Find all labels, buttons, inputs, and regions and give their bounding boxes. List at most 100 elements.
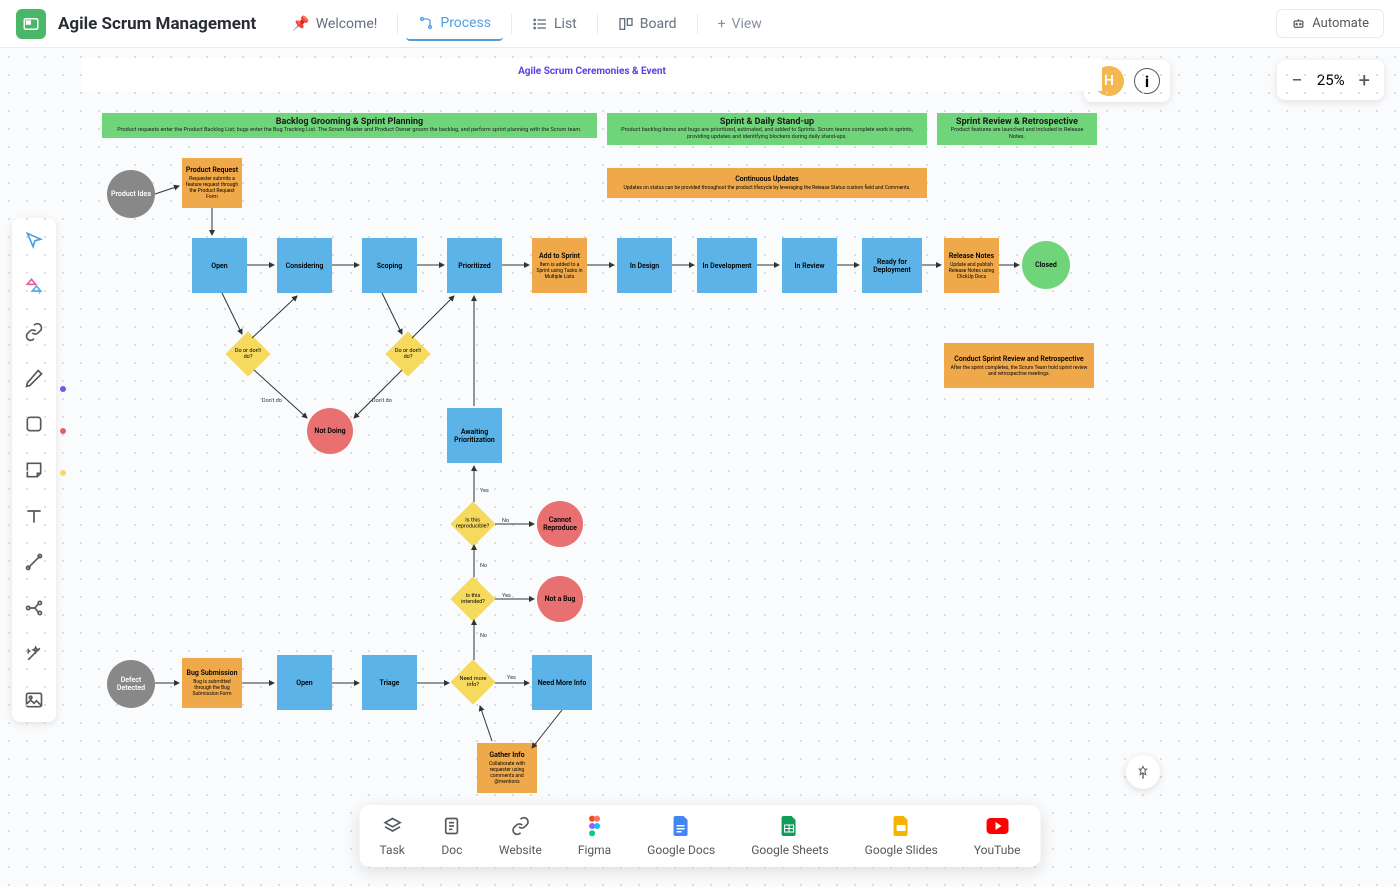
dock-label: YouTube [974,843,1021,857]
node-considering[interactable]: Considering [277,238,332,293]
label-no: No [480,633,487,639]
dock-label: Figma [578,843,611,857]
label-no: No [480,563,487,569]
tab-label: Welcome! [316,16,378,32]
diagram: Agile Scrum Ceremonies & Event Backlog G… [82,58,1102,91]
box-title: Continuous Updates [735,175,799,183]
node-defect[interactable]: Defect Detected [107,660,155,708]
dock-label: Google Docs [647,843,715,857]
add-view-button[interactable]: + View [706,8,774,40]
tab-process[interactable]: Process [406,7,503,41]
gsheets-icon [779,815,801,837]
pin-dock-button[interactable] [1126,755,1160,789]
node-in-design[interactable]: In Design [617,238,672,293]
doc-icon [441,815,463,837]
node-in-development[interactable]: In Development [697,238,757,293]
tab-list[interactable]: List [520,8,589,40]
node-gather-info[interactable]: Gather InfoCollaborate with requester us… [477,743,537,793]
node-triage[interactable]: Triage [362,655,417,710]
lane-subtitle: Product features are launched and includ… [945,127,1089,141]
lane-title: Backlog Grooming & Sprint Planning [110,117,589,127]
lane-title: Sprint & Daily Stand-up [615,117,919,127]
dock-task[interactable]: Task [380,815,405,857]
decision-do-dont-1[interactable]: Do or don't do? [225,331,270,376]
tab-board[interactable]: Board [606,8,689,40]
page-title: Agile Scrum Management [58,14,256,34]
add-view-label: View [732,16,762,32]
label-dontdo: Don't do [372,398,392,404]
label-yes: Yes [507,675,516,681]
tab-welcome[interactable]: 📌 Welcome! [280,8,389,40]
automate-button[interactable]: Automate [1276,9,1384,38]
pin-icon: 📌 [292,16,309,32]
label-yes: Yes [480,488,489,494]
separator [597,14,598,34]
node-release-notes[interactable]: Release NotesUpdate and publish Release … [944,238,999,293]
app-icon [16,9,46,39]
node-cannot-repro[interactable]: Cannot Reproduce [537,501,583,547]
dock-label: Google Slides [865,843,938,857]
figma-icon [584,815,606,837]
node-in-review[interactable]: In Review [782,238,837,293]
dock-label: Task [380,843,405,857]
diagram-title: Agile Scrum Ceremonies & Event [82,58,1102,91]
node-open-bug[interactable]: Open [277,655,332,710]
node-not-bug[interactable]: Not a Bug [537,576,583,622]
node-add-to-sprint[interactable]: Add to SprintItem is added to a Sprint u… [532,238,587,293]
pin-icon [1135,764,1151,780]
separator [397,14,398,34]
decision-intended[interactable]: Is this intended? [450,576,495,621]
flow-icon [418,15,434,31]
node-need-more-info[interactable]: Need More Info [532,655,592,710]
node-product-idea[interactable]: Product Idea [107,170,155,218]
lane-subtitle: Product requests enter the Product Backl… [110,127,589,134]
node-bug-submission[interactable]: Bug SubmissionBug is submitted through t… [182,658,242,708]
decision-reproducible[interactable]: Is this reproducible? [450,501,495,546]
lane-subtitle: Product backlog items and bugs are prior… [615,127,919,141]
dock-gdocs[interactable]: Google Docs [647,815,715,857]
dock-website[interactable]: Website [499,815,542,857]
dock-gslides[interactable]: Google Slides [865,815,938,857]
label-no: No [502,518,509,524]
node-ready-deploy[interactable]: Ready for Deployment [862,238,922,293]
dock-figma[interactable]: Figma [578,815,611,857]
tab-label: List [554,16,577,32]
lane-backlog: Backlog Grooming & Sprint Planning Produ… [102,113,597,138]
separator [697,14,698,34]
task-icon [381,815,403,837]
box-sub: Updates on status can be provided throug… [623,185,910,191]
lane-sprint: Sprint & Daily Stand-up Product backlog … [607,113,927,145]
gdocs-icon [670,815,692,837]
tab-label: Process [440,15,491,31]
list-icon [532,16,548,32]
dock-youtube[interactable]: YouTube [974,815,1021,857]
node-retrospective[interactable]: Conduct Sprint Review and RetrospectiveA… [944,343,1094,388]
node-awaiting[interactable]: Awaiting Prioritization [447,408,502,463]
dock-gsheets[interactable]: Google Sheets [751,815,828,857]
node-prioritized[interactable]: Prioritized [447,238,502,293]
robot-icon [1291,16,1306,31]
node-product-request[interactable]: Product RequestRequester submits a featu… [182,158,242,208]
label-dontdo: Don't do [262,398,282,404]
decision-do-dont-2[interactable]: Do or don't do? [385,331,430,376]
youtube-icon [986,815,1008,837]
separator [511,14,512,34]
whiteboard-canvas[interactable]: Agile Scrum Ceremonies & Event Backlog G… [0,48,1400,887]
dock-label: Doc [441,843,462,857]
lane-title: Sprint Review & Retrospective [945,117,1089,127]
header: Agile Scrum Management 📌 Welcome! Proces… [0,0,1400,48]
decision-need-more[interactable]: Need more info? [450,659,495,704]
node-closed[interactable]: Closed [1022,241,1070,289]
plus-icon: + [718,16,726,32]
label-yes: Yes [502,593,511,599]
node-scoping[interactable]: Scoping [362,238,417,293]
continuous-updates: Continuous Updates Updates on status can… [607,168,927,198]
tab-label: Board [640,16,677,32]
dock-label: Google Sheets [751,843,828,857]
dock-doc[interactable]: Doc [441,815,463,857]
board-icon [618,16,634,32]
automate-label: Automate [1312,16,1369,31]
gslides-icon [890,815,912,837]
node-open[interactable]: Open [192,238,247,293]
node-not-doing[interactable]: Not Doing [307,408,353,454]
